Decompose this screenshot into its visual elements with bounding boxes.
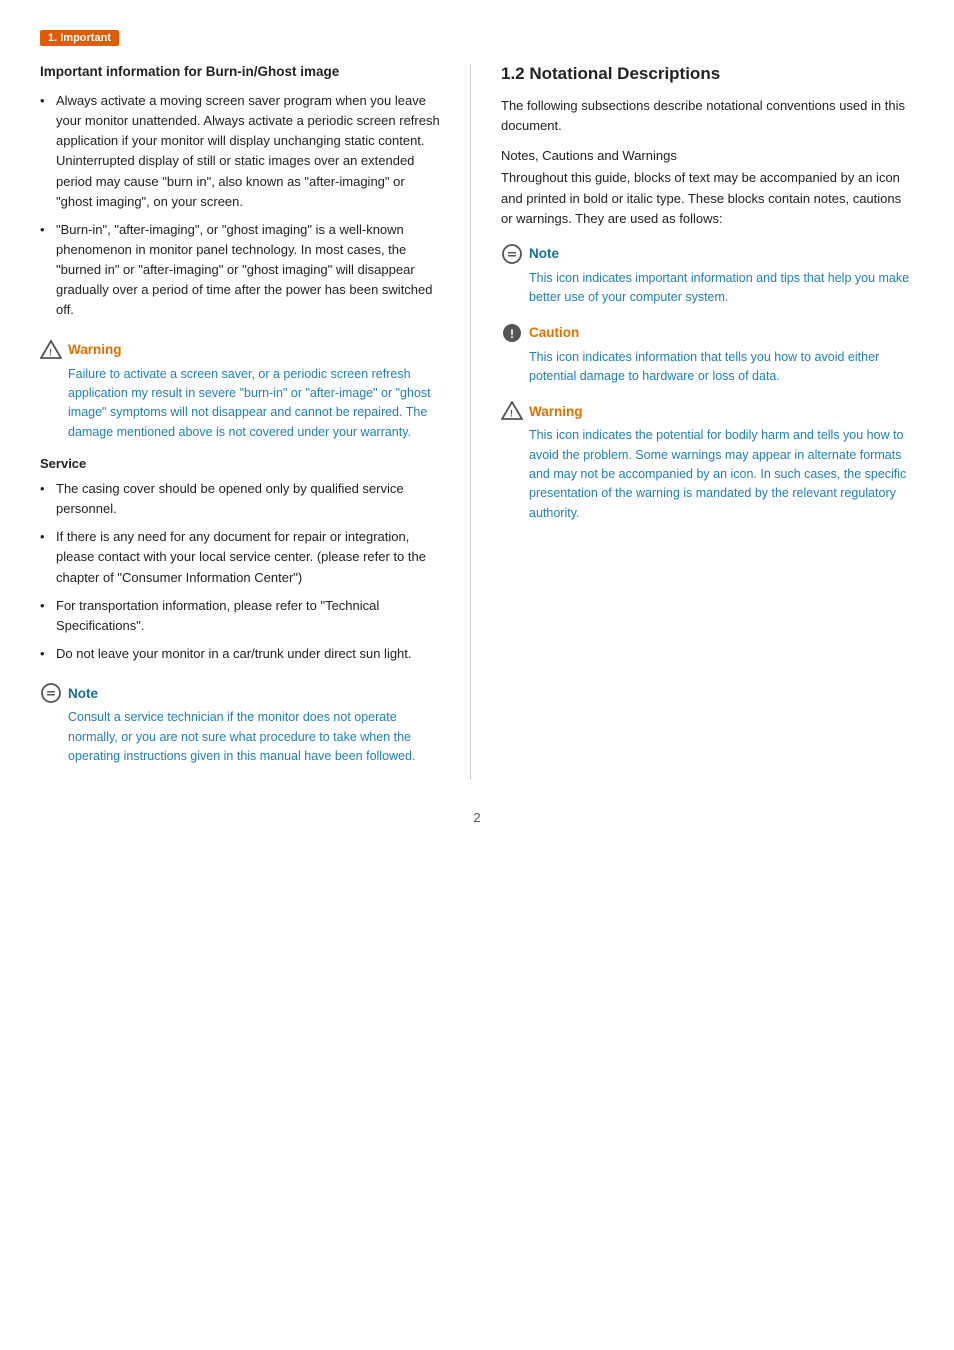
- list-item: Always activate a moving screen saver pr…: [40, 91, 440, 212]
- list-item: For transportation information, please r…: [40, 596, 440, 636]
- right-section-title: 1.2 Notational Descriptions: [501, 64, 914, 84]
- right-warning-header: ! Warning: [501, 400, 914, 422]
- service-note-body: Consult a service technician if the moni…: [40, 708, 440, 766]
- intro-text-3: Throughout this guide, blocks of text ma…: [501, 168, 914, 228]
- intro-text-2: Notes, Cautions and Warnings: [501, 146, 914, 166]
- burn-bullet-list: Always activate a moving screen saver pr…: [40, 91, 440, 321]
- page-number: 2: [40, 810, 914, 825]
- service-note-header: Note: [40, 682, 440, 704]
- service-bullet-list: The casing cover should be opened only b…: [40, 479, 440, 664]
- burn-section-title: Important information for Burn-in/Ghost …: [40, 64, 440, 79]
- left-column: Important information for Burn-in/Ghost …: [40, 64, 470, 780]
- right-note-title: Note: [529, 246, 559, 261]
- right-caution-block: ! Caution This icon indicates informatio…: [501, 322, 914, 387]
- right-caution-title: Caution: [529, 325, 579, 340]
- right-note-header: Note: [501, 243, 914, 265]
- right-warning-body: This icon indicates the potential for bo…: [501, 426, 914, 523]
- burn-warning-title: Warning: [68, 342, 122, 357]
- right-caution-body: This icon indicates information that tel…: [501, 348, 914, 387]
- right-column: 1.2 Notational Descriptions The followin…: [470, 64, 914, 780]
- burn-warning-body: Failure to activate a screen saver, or a…: [40, 365, 440, 443]
- list-item: The casing cover should be opened only b…: [40, 479, 440, 519]
- breadcrumb-label: 1. Important: [40, 30, 119, 46]
- page: 1. Important Important information for B…: [0, 0, 954, 865]
- content-area: Important information for Burn-in/Ghost …: [40, 64, 914, 780]
- service-note-block: Note Consult a service technician if the…: [40, 682, 440, 766]
- right-warning-title: Warning: [529, 404, 583, 419]
- note-circle-icon: [40, 682, 62, 704]
- caution-icon: !: [501, 322, 523, 344]
- list-item: If there is any need for any document fo…: [40, 527, 440, 587]
- svg-text:!: !: [510, 409, 513, 419]
- right-note-block: Note This icon indicates important infor…: [501, 243, 914, 308]
- right-note-icon: [501, 243, 523, 265]
- service-note-title: Note: [68, 686, 98, 701]
- svg-text:!: !: [510, 327, 514, 341]
- burn-warning-header: ! Warning: [40, 339, 440, 361]
- burn-warning-block: ! Warning Failure to activate a screen s…: [40, 339, 440, 443]
- right-warning-block: ! Warning This icon indicates the potent…: [501, 400, 914, 523]
- breadcrumb: 1. Important: [40, 30, 914, 46]
- intro-text-1: The following subsections describe notat…: [501, 96, 914, 136]
- right-caution-header: ! Caution: [501, 322, 914, 344]
- service-section-title: Service: [40, 456, 440, 471]
- list-item: "Burn-in", "after-imaging", or "ghost im…: [40, 220, 440, 321]
- list-item: Do not leave your monitor in a car/trunk…: [40, 644, 440, 664]
- right-warning-triangle-icon: !: [501, 400, 523, 422]
- warning-triangle-icon: !: [40, 339, 62, 361]
- svg-text:!: !: [49, 347, 52, 357]
- right-note-body: This icon indicates important informatio…: [501, 269, 914, 308]
